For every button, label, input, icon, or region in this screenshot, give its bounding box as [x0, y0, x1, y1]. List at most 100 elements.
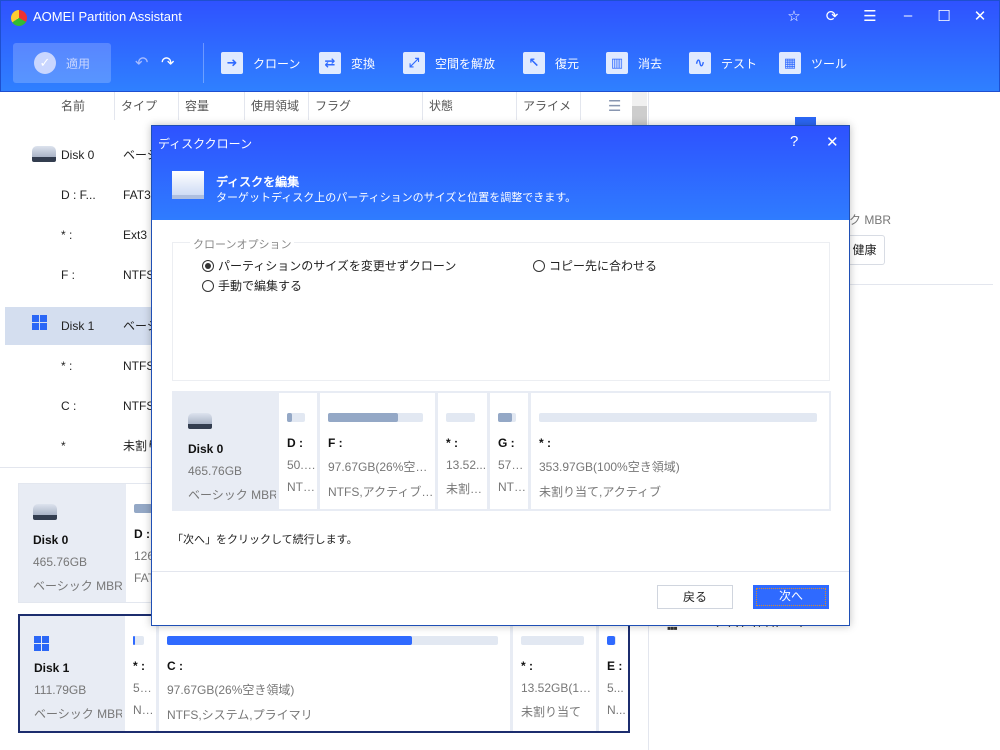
column-settings-icon[interactable]: ☰: [608, 97, 621, 115]
disk-icon: [32, 146, 56, 162]
clone-button[interactable]: ➜ クローン: [221, 43, 300, 83]
partition-block[interactable]: G : 570.... NTF...: [487, 393, 528, 509]
partition-fs: 未割り当て: [521, 705, 582, 719]
restore-icon: ↖: [523, 52, 545, 74]
partition-label: * :: [539, 436, 551, 450]
radio[interactable]: [533, 260, 545, 272]
partition-fs: NTF...: [498, 480, 528, 494]
partition-label: E :: [607, 659, 623, 673]
tools-button[interactable]: ▦ ツール: [779, 43, 847, 83]
menu-icon[interactable]: ☰: [859, 7, 881, 25]
partition-block[interactable]: * : 13.52... 未割り...: [435, 393, 487, 509]
disk-size: 465.76GB: [188, 464, 243, 478]
convert-icon: ⇄: [319, 52, 341, 74]
restore-button[interactable]: ↖ 復元: [523, 43, 579, 83]
hint-text: 「次へ」をクリックして続行します。: [172, 534, 358, 546]
row-type: NTFS: [123, 359, 155, 373]
partition-info: 97.67GB(26%空き領域): [167, 683, 295, 697]
disk-card-disk1[interactable]: Disk 1 111.79GB ベーシック MBR * : 50.0... NTF...…: [18, 614, 630, 733]
partition-block[interactable]: * : 353.97GB(100%空き領域) 未割り当て,アクティブ: [528, 393, 829, 509]
col-flag[interactable]: フラグ: [309, 92, 423, 120]
partition-label: * :: [521, 659, 533, 673]
disk-icon: [188, 413, 212, 429]
windows-disk-icon: [32, 315, 47, 330]
col-used[interactable]: 使用領域: [245, 92, 309, 120]
radio-selected[interactable]: [202, 260, 214, 272]
app-logo-icon: [11, 10, 27, 26]
col-type[interactable]: タイプ: [115, 92, 179, 120]
disk-type-partial: ク MBR: [849, 213, 892, 227]
divider: [849, 284, 993, 285]
disk-icon: [33, 504, 57, 520]
close-button[interactable]: ✕: [969, 7, 991, 25]
undo-icon[interactable]: ↶: [135, 43, 148, 83]
option-manual-edit[interactable]: 手動で編集する: [202, 277, 302, 294]
test-label: テスト: [721, 56, 758, 71]
test-button[interactable]: ∿ テスト: [689, 43, 757, 83]
clone-options-legend: クローンオプション: [190, 236, 295, 252]
radio[interactable]: [202, 280, 214, 292]
partition-info: 13.52...: [446, 458, 487, 472]
partition-block[interactable]: * : 50.0... NTF...: [122, 616, 156, 731]
health-button[interactable]: 健康: [845, 235, 885, 265]
star-icon[interactable]: ☆: [783, 7, 805, 25]
apply-button[interactable]: ✓ 適用: [13, 43, 111, 83]
disk-type: ベーシック MBR: [34, 707, 124, 721]
wipe-button[interactable]: ▥ 消去: [606, 43, 662, 83]
disk-summary: Disk 0 465.76GB ベーシック MBR: [174, 393, 278, 509]
shredder-icon: ▥: [606, 52, 628, 74]
row-name: * :: [61, 228, 73, 242]
tools-grid-icon: ▦: [779, 52, 801, 74]
dialog-close-button[interactable]: ✕: [826, 133, 839, 151]
option-fit-target[interactable]: コピー先に合わせる: [533, 257, 657, 274]
partition-fs: NTFS,システム,プライマリ: [167, 708, 313, 722]
redo-icon[interactable]: ↷: [161, 43, 174, 83]
row-name: * :: [61, 359, 73, 373]
free-space-label: 空間を解放: [435, 56, 496, 71]
clone-label: クローン: [253, 56, 301, 71]
target-disk-map: Disk 0 465.76GB ベーシック MBR D : 50.0... NTF...…: [172, 391, 831, 511]
partition-fs: N...: [607, 703, 626, 717]
partition-fs: 未割り当て,アクティブ: [539, 485, 662, 499]
disk-clone-dialog: ディスククローン ? ✕ ディスクを編集 ターゲットディスク上のパーティションの…: [151, 125, 850, 626]
partition-info: 97.67GB(26%空き...: [328, 460, 435, 474]
partition-label: D :: [287, 436, 303, 450]
row-name: Disk 1: [61, 319, 95, 333]
partition-block[interactable]: * : 13.52GB(100... 未割り当て: [510, 616, 596, 731]
row-type: Ext3: [123, 228, 148, 242]
help-button[interactable]: ?: [790, 133, 798, 150]
partition-block-c[interactable]: C : 97.67GB(26%空き領域) NTFS,システム,プライマリ: [156, 616, 510, 731]
row-type: NTFS: [123, 399, 155, 413]
tools-label: ツール: [811, 56, 848, 71]
minimize-button[interactable]: –: [897, 7, 919, 24]
disk-name: Disk 0: [188, 442, 224, 456]
option-no-resize[interactable]: パーティションのサイズを変更せずクローン: [202, 257, 456, 274]
partition-info: 353.97GB(100%空き領域): [539, 460, 680, 474]
dialog-heading: ディスクを編集: [216, 175, 300, 189]
col-capacity[interactable]: 容量: [179, 92, 245, 120]
partition-block[interactable]: E : 5... N...: [596, 616, 628, 731]
col-alignment[interactable]: アライメント: [517, 92, 581, 141]
back-button[interactable]: 戻る: [657, 585, 733, 609]
disk-size: 465.76GB: [33, 555, 88, 569]
pulse-icon: ∿: [689, 52, 711, 74]
row-name: *: [61, 439, 66, 453]
refresh-icon[interactable]: ⟳: [821, 7, 843, 25]
partition-block[interactable]: F : 97.67GB(26%空き... NTFS,アクティブ,プラ...: [317, 393, 435, 509]
partition-block[interactable]: D : 50.0... NTF...: [276, 393, 317, 509]
toolbar-divider: [203, 43, 204, 83]
option-label: コピー先に合わせる: [549, 259, 658, 273]
option-label: 手動で編集する: [218, 279, 303, 293]
free-space-button[interactable]: ⤢ 空間を解放: [403, 43, 495, 83]
next-button[interactable]: 次へ: [753, 585, 829, 609]
partition-fs: NTF...: [287, 480, 317, 494]
expand-icon: ⤢: [403, 52, 425, 74]
partition-fs: 未割り...: [446, 482, 487, 496]
row-name: D : F...: [61, 188, 96, 202]
col-name[interactable]: 名前: [55, 92, 115, 120]
partition-label: F :: [328, 436, 343, 450]
partition-info: 13.52GB(100...: [521, 681, 596, 695]
col-status[interactable]: 状態: [423, 92, 517, 120]
maximize-button[interactable]: ☐: [933, 7, 955, 25]
convert-button[interactable]: ⇄ 変換: [319, 43, 375, 83]
